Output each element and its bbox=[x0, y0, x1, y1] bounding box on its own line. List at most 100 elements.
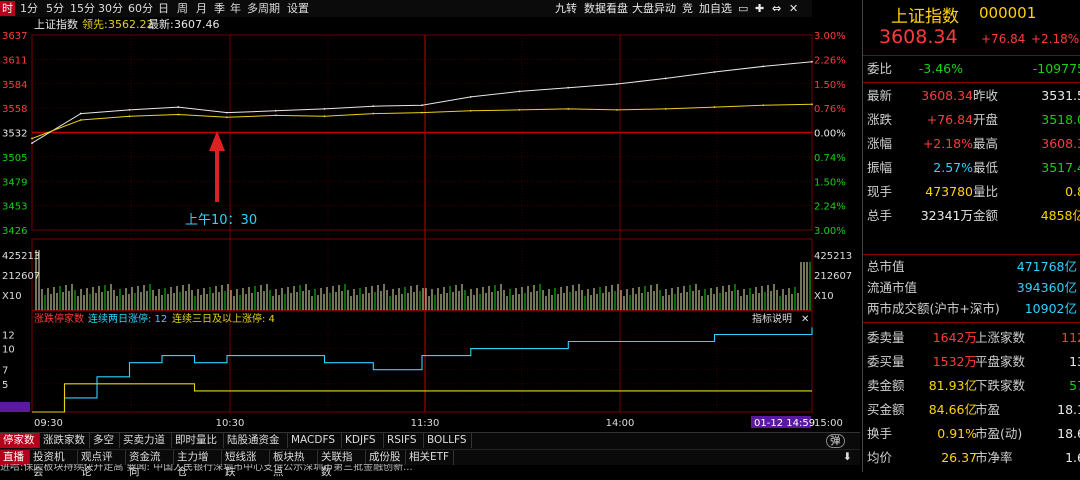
indicator-help-button[interactable]: 指标说明 bbox=[752, 312, 792, 325]
period-tab-6[interactable]: 日 bbox=[156, 1, 171, 16]
time-tick-label: 10:30 bbox=[216, 418, 245, 429]
panel-row: 涨跌 +76.84开盘 3518.0 bbox=[863, 108, 1080, 132]
latest-label: 最新: bbox=[148, 17, 174, 31]
toolbar-button-3[interactable]: 竞 bbox=[680, 1, 695, 16]
pct-tick-label: 0.74% bbox=[814, 153, 846, 164]
panel-title: 上证指数 bbox=[891, 7, 959, 27]
arrows-icon[interactable]: ⇔ bbox=[770, 1, 783, 16]
period-tab-9[interactable]: 季 bbox=[212, 1, 227, 16]
price-point bbox=[664, 108, 667, 110]
indicator-series1-label: 连续两日涨停: 12 bbox=[88, 312, 167, 325]
price-point bbox=[128, 108, 131, 111]
period-tab-1[interactable]: 1分 bbox=[18, 1, 40, 16]
info-tab-0[interactable]: 直播 bbox=[0, 450, 30, 465]
news-ticker[interactable]: 进哈:保险板块持续快升走高 要闻: 中国人民银行深圳市中心支行公示深圳市第三批金… bbox=[0, 464, 860, 472]
panel-label: 最新 bbox=[867, 88, 893, 103]
period-tab-7[interactable]: 周 bbox=[175, 1, 190, 16]
panel-row: 流通市值 394360亿 bbox=[863, 277, 1080, 298]
toolbar-button-4[interactable]: 加自选 bbox=[697, 1, 734, 16]
period-tab-10[interactable]: 年 bbox=[228, 1, 243, 16]
indicator-tab-8[interactable]: RSIFS bbox=[384, 433, 424, 448]
indicator-marker bbox=[0, 402, 30, 412]
indicator-tab-2[interactable]: 多空 bbox=[90, 433, 120, 448]
panel-label: 总市值 bbox=[867, 259, 905, 274]
toolbar-button-2[interactable]: 大盘异动 bbox=[630, 1, 678, 16]
indicator-tab-5[interactable]: 陆股通资金 bbox=[224, 433, 288, 448]
close-icon[interactable]: ✕ bbox=[801, 314, 809, 325]
toolbar-button-1[interactable]: 数据看盘 bbox=[582, 1, 630, 16]
panel-value: 0.91% bbox=[937, 426, 977, 441]
panel-value: 3608.34 bbox=[921, 88, 973, 103]
period-tab-5[interactable]: 60分 bbox=[126, 1, 155, 16]
panel-value: 13 bbox=[1069, 354, 1080, 369]
price-point bbox=[226, 116, 228, 119]
price-tick-label: 3611 bbox=[2, 55, 27, 66]
pct-tick-label: 3.00% bbox=[814, 31, 846, 42]
panel-value: 1532万 bbox=[932, 354, 977, 369]
chart-header: 上证指数 领先: 3562.22最新: 3607.46 bbox=[34, 17, 220, 31]
indicator-tab-1[interactable]: 涨跌家数 bbox=[40, 433, 90, 448]
price-point bbox=[664, 77, 667, 80]
indicator-tab-7[interactable]: KDJFS bbox=[342, 433, 384, 448]
panel-value: +2.18% bbox=[922, 136, 973, 151]
info-tab-6[interactable]: 板块热点 bbox=[270, 450, 318, 478]
toolbar-button-0[interactable]: 九转 bbox=[553, 1, 579, 16]
indicator-tab-6[interactable]: MACDFS bbox=[288, 433, 342, 448]
indicator-tab-0[interactable]: 停家数 bbox=[0, 433, 40, 448]
price-tick-label: 3637 bbox=[2, 31, 27, 42]
panel-value: 0.8 bbox=[1065, 184, 1080, 199]
period-tab-2[interactable]: 5分 bbox=[44, 1, 66, 16]
price-point bbox=[469, 96, 472, 98]
info-tab-4[interactable]: 主力增仓 bbox=[174, 450, 222, 478]
info-tab-5[interactable]: 短线涨跌 bbox=[222, 450, 270, 478]
indicator-title: 涨跌停家数 bbox=[34, 312, 84, 325]
price-tick-label: 3479 bbox=[2, 177, 27, 188]
close-icon[interactable]: ✕ bbox=[787, 1, 800, 16]
period-tab-0[interactable]: 时 bbox=[0, 1, 15, 16]
info-tab-7[interactable]: 关联指数 bbox=[318, 450, 366, 478]
price-point bbox=[567, 108, 570, 110]
price-point bbox=[713, 106, 716, 108]
indicator-tab-3[interactable]: 买卖力道 bbox=[120, 433, 172, 448]
indicator-tick-label: 7 bbox=[2, 366, 8, 377]
minimize-icon[interactable]: ▭ bbox=[736, 1, 750, 16]
panel-label: 最高 bbox=[973, 136, 999, 151]
panel-row: 委买量1532万平盘家数13 bbox=[863, 350, 1080, 374]
price-tick-label: 3426 bbox=[2, 226, 27, 237]
panel-row: 两市成交额(沪市+深市) 10902亿 bbox=[863, 298, 1080, 319]
intraday-chart[interactable]: 上证指数 领先: 3562.22最新: 3607.46 3637 3.00% 3611 2.2… bbox=[0, 17, 862, 432]
indicator-series2-label: 连续三日及以上涨停: 4 bbox=[172, 312, 275, 325]
price-point bbox=[323, 115, 326, 118]
period-tab-11[interactable]: 多周期 bbox=[245, 1, 282, 16]
panel-row: 总手 32341万 金额 4858亿 bbox=[863, 204, 1080, 228]
panel-label: 委买量 bbox=[867, 354, 905, 369]
price-tick-label: 3453 bbox=[2, 202, 27, 213]
price-point bbox=[762, 65, 765, 68]
panel-label: 振幅 bbox=[867, 160, 893, 175]
annotation-label: 上午10：30 bbox=[185, 213, 257, 228]
period-tab-3[interactable]: 15分 bbox=[68, 1, 97, 16]
info-tab-9[interactable]: 相关ETF bbox=[406, 450, 454, 465]
pct-tick-label: 0.76% bbox=[814, 104, 846, 115]
plus-icon[interactable]: ✚ bbox=[753, 1, 766, 16]
panel-label: 昨收 bbox=[973, 88, 999, 103]
period-tab-4[interactable]: 30分 bbox=[96, 1, 125, 16]
info-tab-8[interactable]: 成份股 bbox=[366, 450, 406, 465]
download-icon[interactable]: ⬇ bbox=[840, 450, 855, 465]
panel-value: 1.6 bbox=[1065, 450, 1080, 465]
info-tab-1[interactable]: 投资机会 bbox=[30, 450, 78, 478]
panel-label: 两市成交额(沪市+深市) bbox=[867, 301, 1000, 316]
panel-value: -109775 bbox=[1032, 61, 1080, 76]
info-tab-2[interactable]: 观点评论 bbox=[78, 450, 126, 478]
period-tab-8[interactable]: 月 bbox=[194, 1, 209, 16]
panel-value: 57 bbox=[1069, 378, 1080, 393]
price-point bbox=[226, 111, 228, 114]
period-tab-12[interactable]: 设置 bbox=[285, 1, 311, 16]
info-tab-3[interactable]: 资金流向 bbox=[126, 450, 174, 478]
panel-value: 112 bbox=[1061, 330, 1080, 345]
indicator-tab-9[interactable]: BOLLFS bbox=[424, 433, 472, 448]
indicator-tab-bar: 停家数 涨跌家数 多空 买卖力道 即时量比 陆股通资金 MACDFS KDJFS RSIFS BO… bbox=[0, 432, 860, 449]
price-point bbox=[518, 108, 521, 111]
indicator-tab-4[interactable]: 即时量比 bbox=[172, 433, 224, 448]
toggle-switch[interactable]: 弹 bbox=[826, 434, 845, 448]
